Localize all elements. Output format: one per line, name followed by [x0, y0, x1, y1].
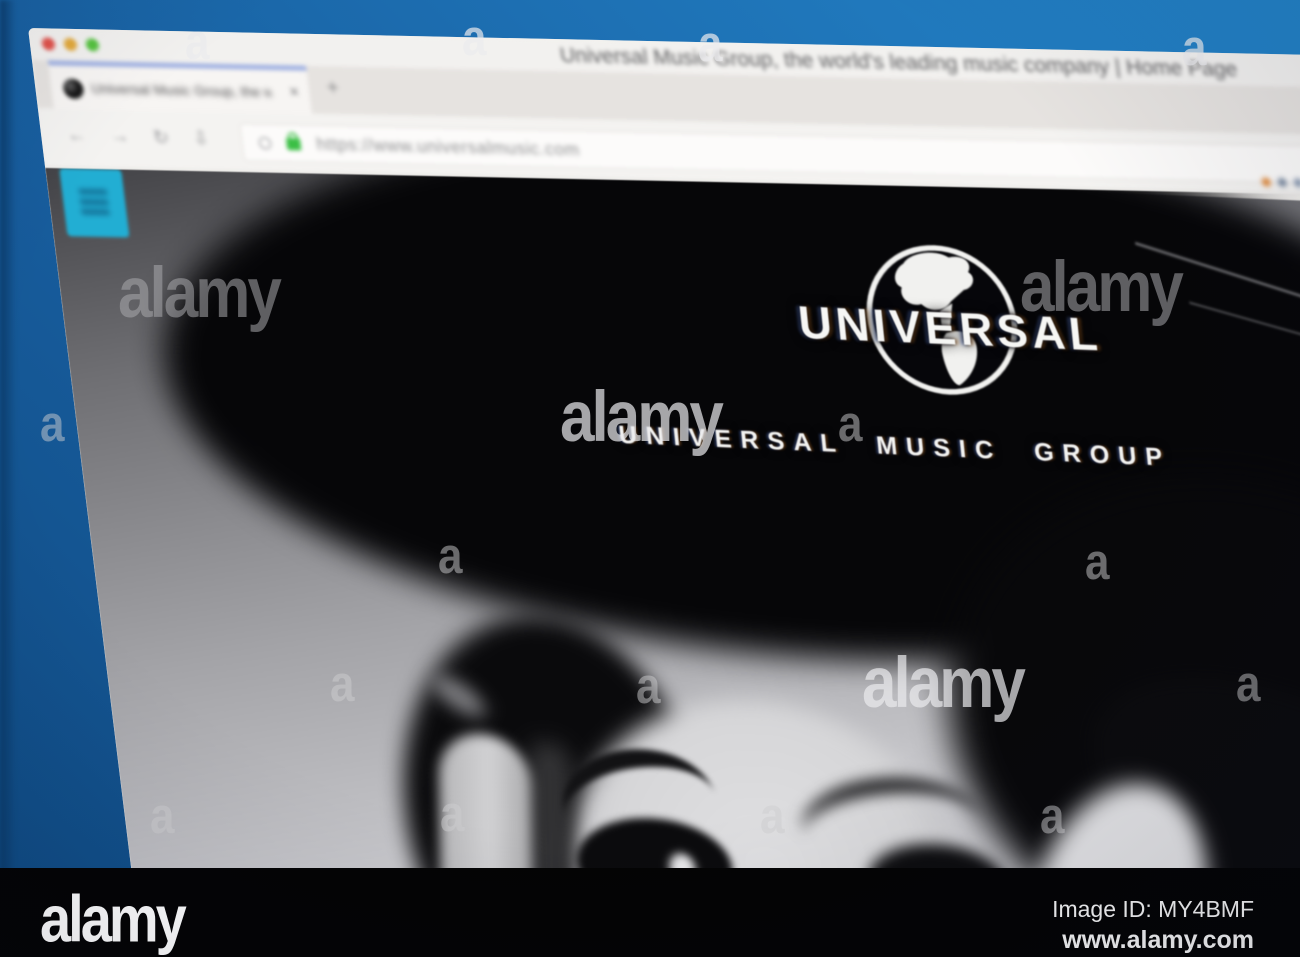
back-icon[interactable]: ←: [66, 125, 88, 148]
tab-title: Universal Music Group, the wor: [90, 80, 273, 100]
browser-window: Universal Music Group, the world's leadi…: [28, 28, 1300, 900]
nav-button-group: ← → ↻ ⇩: [66, 125, 211, 151]
hamburger-icon: [78, 188, 110, 216]
forward-icon[interactable]: →: [109, 125, 131, 148]
refresh-icon[interactable]: ↻: [152, 126, 171, 149]
minimize-window-button[interactable]: [63, 37, 78, 51]
photo-canvas: Universal Music Group, the world's leadi…: [0, 0, 1300, 957]
new-tab-button[interactable]: +: [325, 76, 340, 100]
image-id: Image ID: MY4BMF: [1052, 896, 1254, 922]
alamy-logo: alamy: [40, 881, 187, 956]
downloads-icon[interactable]: ⇩: [192, 127, 211, 150]
hero-photo: UNIVERSAL UNIVERSAL MUSIC GROUP: [45, 168, 1300, 900]
alamy-meta: Image ID: MY4BMF www.alamy.com: [1052, 894, 1254, 956]
https-lock-icon: [285, 138, 302, 151]
watermark-glyph: a: [40, 396, 65, 453]
zoom-window-button[interactable]: [85, 38, 100, 52]
umg-homepage: UNIVERSAL UNIVERSAL MUSIC GROUP: [45, 168, 1300, 900]
alamy-footer-bar: alamy Image ID: MY4BMF www.alamy.com: [0, 868, 1300, 957]
alamy-url: www.alamy.com: [1062, 926, 1254, 954]
monitor-bezel-edge: [0, 0, 16, 957]
menu-button[interactable]: [59, 168, 130, 238]
url-text: https://www.universalmusic.com: [315, 133, 581, 160]
site-info-icon[interactable]: [257, 136, 273, 150]
extension-icons[interactable]: [1261, 177, 1300, 188]
tab-favicon-icon: [62, 78, 85, 100]
tab-close-icon[interactable]: ×: [288, 82, 300, 102]
close-window-button[interactable]: [41, 37, 56, 51]
tab-universal-music[interactable]: Universal Music Group, the wor ×: [47, 60, 312, 114]
